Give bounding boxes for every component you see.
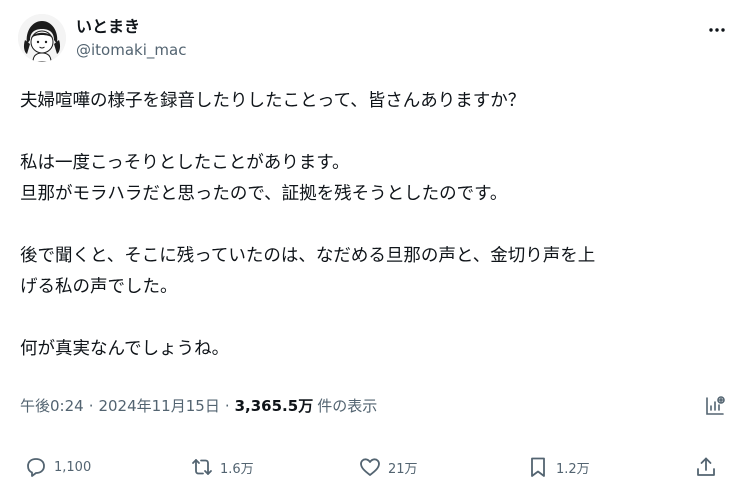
bookmark-icon	[531, 457, 545, 477]
action-bar: 1,100 1.6万 21万 1.2万	[0, 455, 749, 487]
more-button[interactable]	[705, 18, 729, 42]
tweet-line-gap	[20, 303, 730, 334]
repost-icon	[192, 459, 212, 475]
share-icon	[697, 457, 715, 476]
views-label: 件の表示	[317, 397, 378, 415]
reply-button[interactable]: 1,100	[24, 455, 91, 479]
meta-separator: ·	[224, 397, 230, 415]
tweet-line: 旦那がモラハラだと思ったので、証拠を残そうとしたのです。	[20, 184, 508, 204]
bookmark-count: 1.2万	[556, 461, 590, 477]
tweet-line: げる私の声でした。	[20, 277, 178, 297]
reply-icon	[27, 458, 45, 477]
share-button[interactable]	[694, 455, 718, 479]
views-count: 3,365.5万	[234, 397, 314, 415]
post-time[interactable]: 午後0:24	[20, 395, 84, 417]
author-display-name[interactable]: いとまき	[76, 17, 186, 37]
analytics-button[interactable]	[703, 394, 727, 418]
analytics-icon	[706, 396, 725, 415]
like-icon	[360, 458, 380, 476]
tweet-header: いとまき @itomaki_mac	[18, 14, 186, 62]
tweet-line-gap	[20, 210, 730, 241]
tweet-line: 私は一度こっそりとしたことがあります。	[20, 153, 350, 173]
tweet-line-gap	[20, 117, 730, 148]
more-icon	[709, 28, 725, 32]
author-names: いとまき @itomaki_mac	[76, 17, 186, 60]
repost-count: 1.6万	[220, 461, 254, 477]
reply-count: 1,100	[54, 459, 92, 475]
avatar[interactable]	[18, 14, 66, 62]
bookmark-button[interactable]: 1.2万	[526, 455, 590, 479]
repost-button[interactable]: 1.6万	[190, 455, 254, 479]
tweet-line: 夫婦喧嘩の様子を録音したりしたことって、皆さんありますか？	[20, 91, 526, 111]
like-button[interactable]: 21万	[358, 455, 418, 479]
author-handle[interactable]: @itomaki_mac	[76, 40, 186, 60]
tweet-line: 何が真実なんでしょうね。	[20, 339, 230, 359]
meta-separator: ·	[88, 397, 94, 415]
post-date[interactable]: 2024年11月15日	[98, 395, 219, 417]
like-count: 21万	[388, 461, 418, 477]
tweet: いとまき @itomaki_mac 夫婦喧嘩の様子を録音したりしたことって、皆さ…	[0, 0, 749, 495]
tweet-line: 後で聞くと、そこに残っていたのは、なだめる旦那の声と、金切り声を上	[20, 246, 596, 266]
tweet-text: 夫婦喧嘩の様子を録音したりしたことって、皆さんありますか？ 私は一度こっそりとし…	[20, 86, 730, 365]
tweet-meta: 午後0:24 · 2024年11月15日 · 3,365.5万 件の表示	[20, 395, 377, 417]
